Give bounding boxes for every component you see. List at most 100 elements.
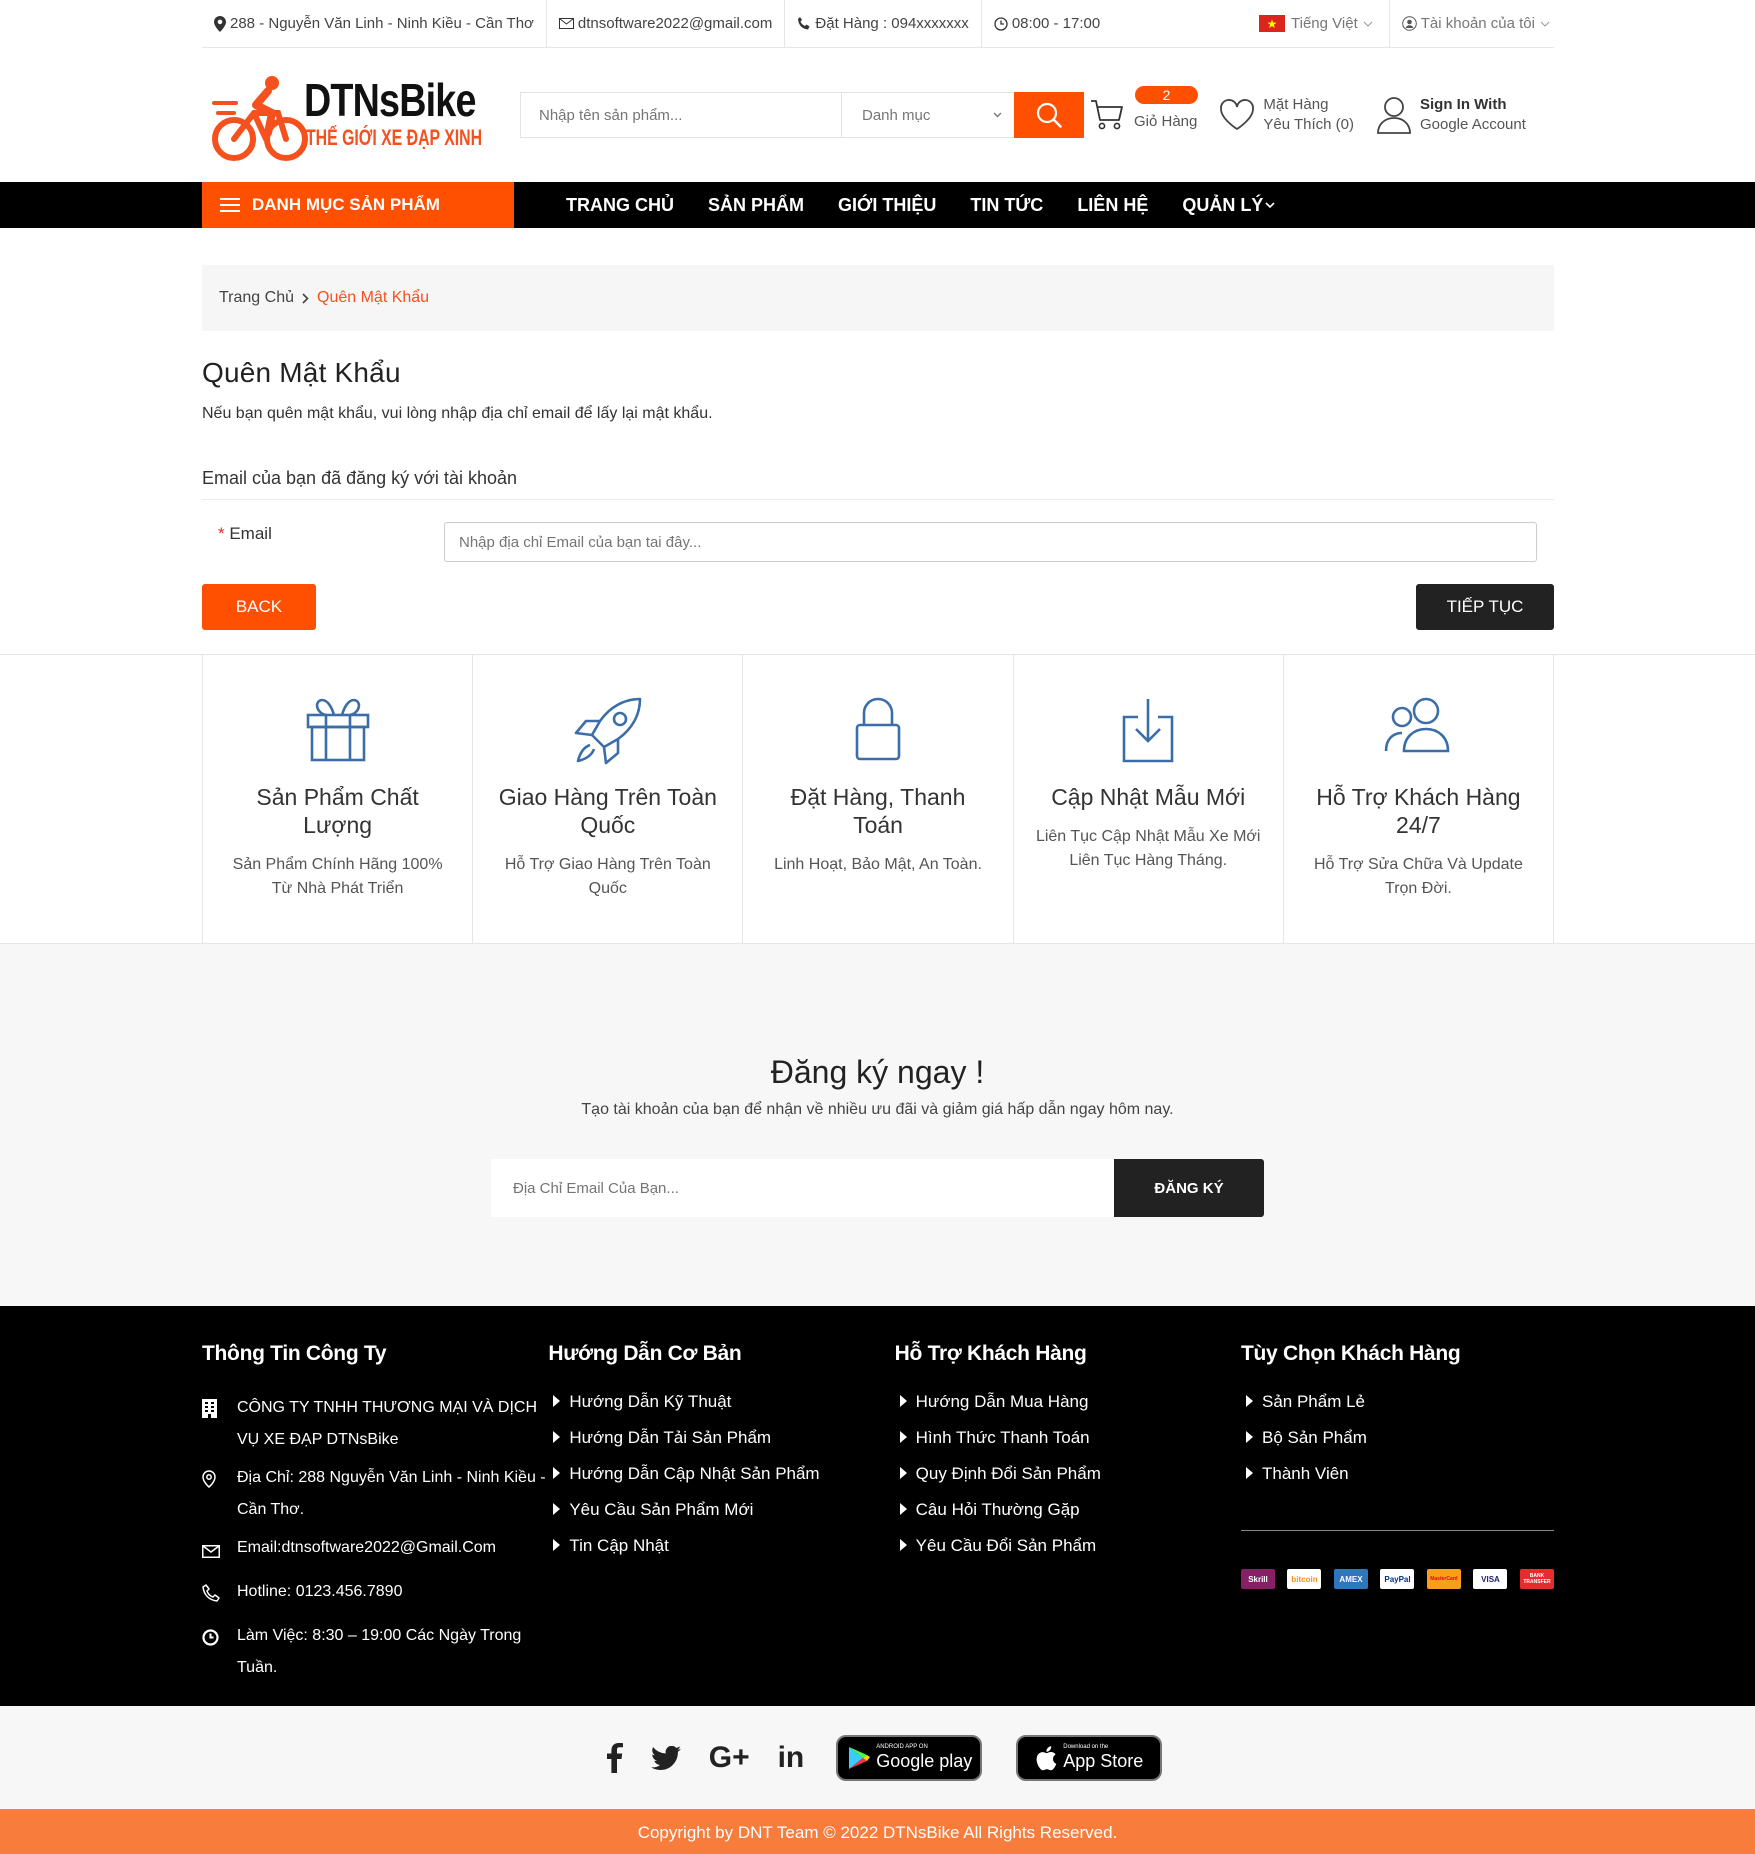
nav-products[interactable]: SẢN PHẨM [708, 195, 804, 216]
google-play-button[interactable]: ANDROID APP ON Google play [836, 1734, 983, 1781]
feature-support: Hỗ Trợ Khách Hàng 24/7 Hỗ Trợ Sửa Chữa V… [1282, 655, 1555, 943]
chevron-down-icon [993, 112, 1002, 118]
footer-link[interactable]: Hướng Dẫn Kỹ Thuật [548, 1392, 894, 1428]
feature-description: Hỗ Trợ Sửa Chữa Và Update Trọn Đời. [1313, 856, 1523, 897]
company-hotline[interactable]: Hotline: 0123.456.7890 [202, 1576, 548, 1614]
cart-link[interactable]: 2 Giỏ Hàng [1090, 86, 1198, 132]
footer-link[interactable]: Câu Hỏi Thường Gặp [895, 1500, 1241, 1536]
language-selector[interactable]: ★ Tiếng Việt [1247, 0, 1390, 48]
wishlist-line1: Mặt Hàng [1263, 96, 1329, 113]
footer-link-label: Câu Hỏi Thường Gặp [915, 1500, 1080, 1519]
footer-link[interactable]: Hướng Dẫn Cập Nhật Sản Phẩm [548, 1464, 894, 1500]
newsletter-subtitle: Tạo tài khoản của bạn để nhận về nhiều ư… [581, 1101, 1174, 1118]
nav-manage[interactable]: QUẢN LÝ [1182, 195, 1275, 216]
footer-link-label: Hướng Dẫn Kỹ Thuật [569, 1392, 732, 1411]
account-menu[interactable]: Tài khoản của tôi [1390, 0, 1554, 48]
google-plus-icon[interactable]: G+ [709, 1741, 750, 1775]
feature-quality: Sản Phẩm Chất Lượng Sản Phẩm Chính Hãng … [202, 655, 472, 943]
main-navbar: DANH MỤC SẢN PHẨM TRANG CHỦ SẢN PHẨM GIỚ… [0, 182, 1755, 228]
search-icon [1036, 102, 1062, 128]
company-email[interactable]: Email:dtnsoftware2022@Gmail.Com [202, 1532, 548, 1570]
newsletter-section: Đăng ký ngay ! Tạo tài khoản của bạn để … [0, 944, 1755, 1306]
email-item[interactable]: dtnsoftware2022@gmail.com [547, 0, 786, 48]
nav-home[interactable]: TRANG CHỦ [566, 195, 674, 216]
footer-link-label: Sản Phẩm Lẻ [1261, 1392, 1365, 1411]
caret-right-icon [553, 1503, 561, 1515]
company-hours-text: Làm Việc: 8:30 – 19:00 Các Ngày Trong Tu… [237, 1627, 522, 1676]
paypal-icon: PayPal [1380, 1569, 1415, 1589]
twitter-icon[interactable] [650, 1745, 681, 1770]
app-store-small-text: Download on the [1063, 1744, 1109, 1750]
feature-shipping: Giao Hàng Trên Toàn Quốc Hỗ Trợ Giao Hàn… [472, 655, 742, 943]
wishlist-link[interactable]: Mặt Hàng Yêu Thích (0) [1219, 95, 1354, 135]
back-button[interactable]: BACK [202, 584, 316, 630]
footer-link[interactable]: Hướng Dẫn Mua Hàng [895, 1392, 1241, 1428]
category-select-label: Danh mục [862, 106, 931, 124]
cyclist-logo-icon [212, 76, 308, 161]
category-menu-button[interactable]: DANH MỤC SẢN PHẨM [202, 182, 514, 228]
amex-icon: AMEX [1333, 1569, 1368, 1589]
feature-title: Hỗ Trợ Khách Hàng 24/7 [1316, 784, 1521, 838]
footer-link[interactable]: Bộ Sản Phẩm [1241, 1428, 1554, 1464]
newsletter-subscribe-button[interactable]: ĐĂNG KÝ [1114, 1159, 1264, 1217]
footer-options: Tùy Chọn Khách Hàng Sản Phẩm Lẻ Bộ Sản P… [1240, 1342, 1554, 1690]
search-input[interactable] [521, 93, 841, 137]
category-select[interactable]: Danh mục [841, 93, 1014, 137]
page-description: Nếu bạn quên mật khẩu, vui lòng nhập địa… [202, 405, 713, 422]
footer-link[interactable]: Hướng Dẫn Tải Sản Phẩm [548, 1428, 894, 1464]
chevron-down-icon [1540, 21, 1550, 27]
hours-item: 08:00 - 17:00 [982, 0, 1112, 48]
newsletter-email-input[interactable] [491, 1159, 1114, 1217]
features-section: Sản Phẩm Chất Lượng Sản Phẩm Chính Hãng … [0, 654, 1755, 944]
footer-link[interactable]: Sản Phẩm Lẻ [1241, 1392, 1554, 1428]
feature-description: Sản Phẩm Chính Hãng 100% Từ Nhà Phát Tri… [232, 856, 443, 897]
breadcrumb-home[interactable]: Trang Chủ [219, 289, 294, 307]
mail-icon [558, 18, 574, 29]
breadcrumb: Trang Chủ Quên Mật Khẩu [202, 265, 1554, 331]
linkedin-icon[interactable]: in [778, 1741, 805, 1775]
feature-title: Đặt Hàng, Thanh Toán [790, 784, 966, 838]
wishlist-label: Mặt Hàng Yêu Thích (0) [1263, 95, 1354, 135]
caret-right-icon [899, 1503, 907, 1515]
footer-link[interactable]: Thành Viên [1241, 1464, 1554, 1500]
google-signin-link[interactable]: Sign In With Google Account [1376, 95, 1526, 135]
footer-link[interactable]: Quy Định Đổi Sản Phẩm [895, 1464, 1241, 1500]
chevron-down-icon [1265, 202, 1275, 208]
footer-link[interactable]: Hình Thức Thanh Toán [895, 1428, 1241, 1464]
footer-link[interactable]: Yêu Cầu Sản Phẩm Mới [548, 1500, 894, 1536]
hours-text: 08:00 - 17:00 [1011, 15, 1101, 32]
skrill-icon: Skrill [1240, 1569, 1275, 1589]
email-field[interactable] [444, 522, 1537, 562]
caret-right-icon [1245, 1395, 1253, 1407]
site-logo[interactable]: DTNsBike THẾ GIỚI XE ĐẠP XINH [212, 65, 482, 165]
feature-description: Linh Hoạt, Bảo Mật, An Toàn. [774, 856, 982, 873]
chevron-right-icon [302, 292, 309, 304]
cart-count-badge: 2 [1135, 86, 1198, 104]
lock-icon [855, 697, 901, 761]
phone-item[interactable]: Đặt Hàng : 094xxxxxxx [785, 0, 982, 48]
hamburger-icon [220, 198, 240, 212]
nav-contact[interactable]: LIÊN HỆ [1077, 195, 1148, 216]
email-form-row: * Email [202, 522, 1554, 562]
location-pin-icon [214, 15, 226, 32]
chevron-down-icon [1363, 21, 1373, 27]
feature-updates: Cập Nhật Mẫu Mới Liên Tục Cập Nhật Mẫu X… [1012, 655, 1283, 943]
search-button[interactable] [1014, 92, 1084, 138]
continue-button[interactable]: TIẾP TỤC [1416, 584, 1554, 630]
newsletter-form: ĐĂNG KÝ [0, 1159, 1755, 1217]
footer-link[interactable]: Tin Cập Nhật [548, 1536, 894, 1572]
footer-link[interactable]: Yêu Cầu Đổi Sản Phẩm [895, 1536, 1241, 1572]
company-hotline-text: Hotline: 0123.456.7890 [237, 1583, 403, 1600]
signin-label: Sign In With Google Account [1420, 95, 1526, 135]
wishlist-line2: Yêu Thích (0) [1263, 116, 1354, 133]
caret-right-icon [553, 1395, 561, 1407]
nav-news[interactable]: TIN TỨC [970, 195, 1043, 216]
app-store-button[interactable]: Download on the App Store [1016, 1734, 1163, 1781]
nav-about[interactable]: GIỚI THIỆU [838, 195, 936, 216]
download-icon [1122, 699, 1174, 763]
app-store-text: App Store [1063, 1751, 1144, 1771]
caret-right-icon [899, 1467, 907, 1479]
language-label: Tiếng Việt [1291, 15, 1358, 32]
facebook-icon[interactable] [606, 1742, 623, 1773]
company-hours: Làm Việc: 8:30 – 19:00 Các Ngày Trong Tu… [202, 1620, 548, 1684]
